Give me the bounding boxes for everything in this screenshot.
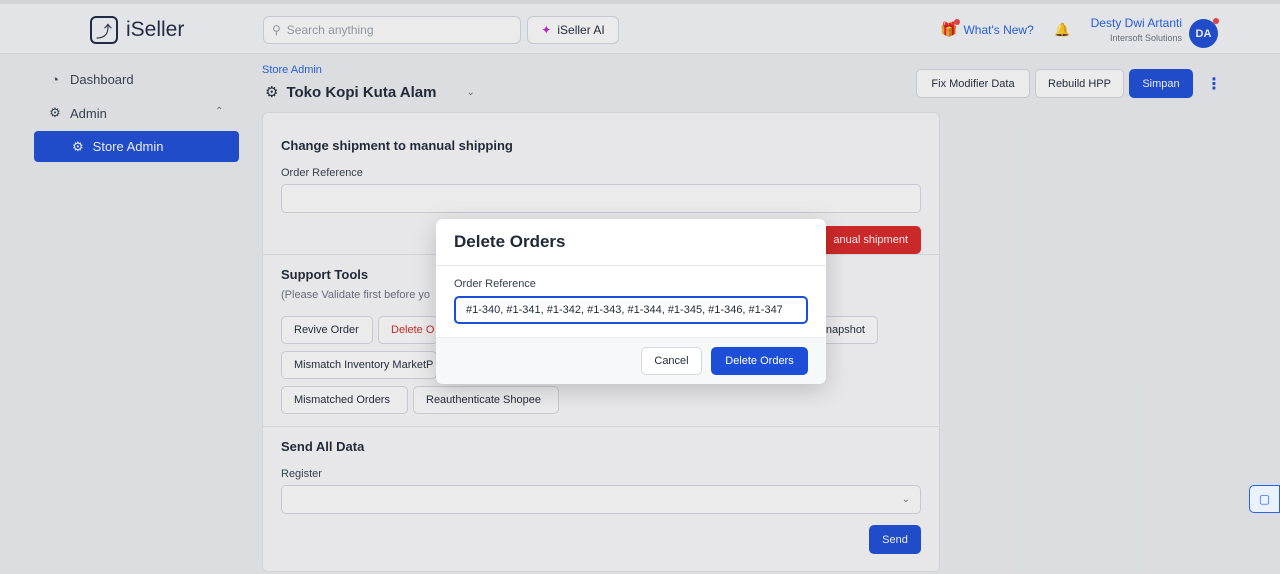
modal-divider (436, 265, 826, 266)
delete-orders-modal: Delete Orders Order Reference Cancel Del… (436, 219, 826, 384)
modal-footer: Cancel Delete Orders (436, 337, 826, 384)
order-reference-input[interactable] (454, 296, 808, 324)
delete-orders-confirm-button[interactable]: Delete Orders (711, 347, 808, 375)
modal-title: Delete Orders (454, 232, 566, 251)
chat-icon[interactable]: ▢ (1249, 485, 1280, 513)
order-reference-label: Order Reference (454, 278, 536, 290)
cancel-button[interactable]: Cancel (641, 347, 702, 375)
